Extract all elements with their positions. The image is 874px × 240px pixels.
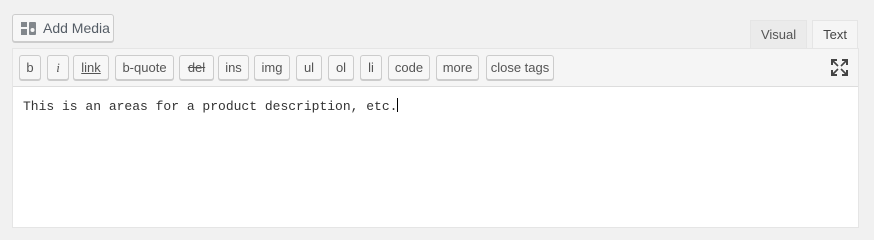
text-editor: b i link b-quote del ins img ul ol li co… bbox=[12, 48, 859, 228]
fullscreen-icon[interactable] bbox=[831, 59, 848, 76]
ol-button[interactable]: ol bbox=[328, 55, 354, 80]
text-caret bbox=[397, 98, 399, 112]
bold-button[interactable]: b bbox=[19, 55, 41, 80]
ul-button[interactable]: ul bbox=[296, 55, 322, 80]
add-media-label: Add Media bbox=[43, 20, 110, 36]
quicktags-toolbar: b i link b-quote del ins img ul ol li co… bbox=[13, 49, 858, 87]
add-media-button[interactable]: Add Media bbox=[12, 14, 114, 42]
editor-content[interactable]: This is an areas for a product descripti… bbox=[13, 87, 858, 125]
more-button[interactable]: more bbox=[436, 55, 479, 80]
code-button[interactable]: code bbox=[388, 55, 430, 80]
editor-text: This is an areas for a product descripti… bbox=[23, 99, 398, 114]
li-button[interactable]: li bbox=[360, 55, 382, 80]
media-icon bbox=[20, 20, 37, 37]
del-button[interactable]: del bbox=[179, 55, 214, 80]
tab-text[interactable]: Text bbox=[812, 20, 858, 50]
link-button[interactable]: link bbox=[73, 55, 109, 80]
ins-button[interactable]: ins bbox=[218, 55, 249, 80]
tab-visual[interactable]: Visual bbox=[749, 20, 808, 49]
blockquote-button[interactable]: b-quote bbox=[115, 55, 174, 80]
close-tags-button[interactable]: close tags bbox=[486, 55, 554, 80]
img-button[interactable]: img bbox=[254, 55, 290, 80]
italic-button[interactable]: i bbox=[47, 55, 69, 80]
editor-tabs: Visual Text bbox=[745, 20, 858, 50]
